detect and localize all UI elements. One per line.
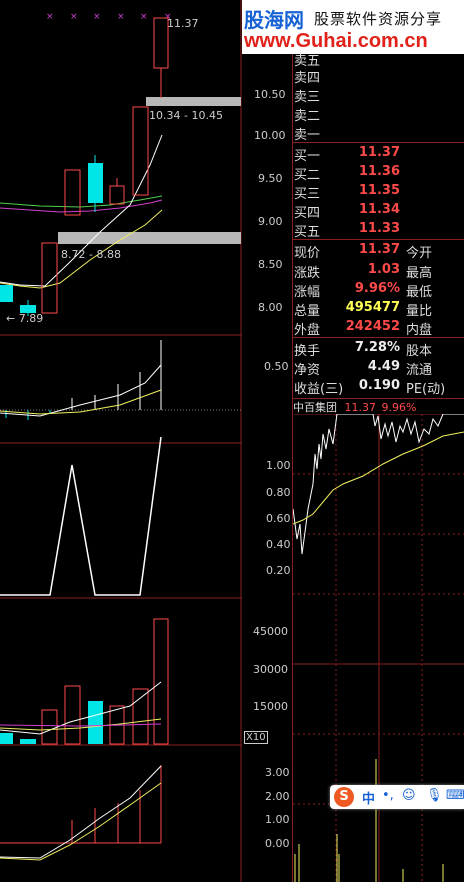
candle-up [41, 242, 58, 314]
turnover-label: 换手 [294, 344, 321, 359]
signal-markers: × × × × × × [46, 12, 172, 22]
indicator4-tick: 0.00 [265, 837, 290, 850]
kline-chart-area[interactable]: × × × × × × 11.37 10.34 - 10.45 8.72 - 8.88 … [0, 0, 242, 882]
low-annotation: ← 7.89 [6, 312, 43, 325]
mini-chart-name: 中百集团 [293, 401, 337, 414]
indicator2-tick: 0.40 [266, 538, 291, 551]
volume-tick: 15000 [253, 700, 288, 713]
current-label: 现价 [294, 246, 321, 261]
buy4-label: 买四 [294, 206, 321, 221]
pe-label: PE(动) [406, 382, 446, 397]
volume-value: 495477 [345, 300, 400, 315]
outer-label: 外盘 [294, 323, 321, 338]
high-annotation: 11.37 [167, 17, 199, 30]
low-label: 最低 [406, 285, 433, 300]
indicator2-tick: 0.20 [266, 564, 291, 577]
indicator2-line [0, 436, 162, 596]
svg-text:×: × [117, 12, 125, 22]
intraday-mini-chart[interactable] [293, 414, 464, 882]
indicator1-tick: 0.50 [264, 360, 289, 373]
svg-text:×: × [140, 12, 148, 22]
open-label: 今开 [406, 246, 433, 261]
candle-up [153, 17, 169, 69]
pct-label: 涨幅 [294, 285, 321, 300]
svg-text:×: × [70, 12, 78, 22]
ime-language-toggle[interactable]: 中 [362, 788, 375, 807]
ma-magenta-line [0, 199, 163, 213]
eps-value: 0.190 [358, 378, 400, 393]
buy2-price: 11.36 [358, 164, 400, 179]
ma-white-line [0, 134, 163, 287]
intraday-volume-bars [294, 759, 444, 882]
buy1-price: 11.37 [358, 145, 400, 160]
volume-unit: X10 [244, 731, 268, 744]
svg-text:×: × [46, 12, 54, 22]
price-tick: 10.00 [254, 129, 286, 142]
gap-lower-label: 8.72 - 8.88 [61, 248, 121, 261]
netasset-value: 4.49 [367, 359, 400, 374]
banner-slogan: 股票软件资源分享 [314, 10, 443, 28]
indicator4-tick: 3.00 [265, 766, 290, 779]
sell1-label: 卖一 [294, 128, 321, 143]
buy3-price: 11.35 [358, 183, 400, 198]
microphone-icon[interactable]: 🎙 [426, 788, 443, 803]
price-tick: 9.50 [258, 172, 283, 185]
punctuation-icon[interactable]: •, [382, 788, 394, 803]
indicator1-bars [71, 340, 162, 410]
buy2-label: 买二 [294, 168, 321, 183]
guhai-banner[interactable]: 股海网 股票软件资源分享 www.Guhai.com.cn [242, 0, 464, 54]
indicator2-tick: 0.80 [266, 486, 291, 499]
inner-label: 内盘 [406, 323, 433, 338]
volume-tick: 45000 [253, 625, 288, 638]
candles [0, 17, 169, 316]
mini-chart-pct: 9.96% [381, 401, 417, 414]
mini-chart-header[interactable]: 中百集团 11.37 9.96% [293, 398, 464, 415]
volume-tick: 30000 [253, 663, 288, 676]
price-tick: 10.50 [254, 88, 286, 101]
change-value: 1.03 [367, 262, 400, 277]
candle-up [64, 169, 81, 216]
pct-value: 9.96% [354, 281, 400, 296]
keyboard-icon[interactable]: ⌨ [446, 788, 464, 803]
price-tick: 8.00 [258, 301, 283, 314]
mini-chart-price: 11.37 [344, 401, 377, 414]
buy3-label: 买三 [294, 187, 321, 202]
indicator4-bars [71, 765, 162, 843]
indicator2-tick: 0.60 [266, 512, 291, 525]
capital-label: 股本 [406, 344, 433, 359]
turnover-value: 7.28% [354, 340, 400, 355]
change-label: 涨跌 [294, 266, 321, 281]
svg-text:×: × [93, 12, 101, 22]
buy5-label: 买五 [294, 225, 321, 240]
volume-label: 总量 [294, 304, 321, 319]
buy5-price: 11.33 [358, 221, 400, 236]
candle-up [109, 185, 125, 205]
gap-band-upper [146, 97, 241, 106]
float-label: 流通 [406, 363, 433, 378]
indicator2-tick: 1.00 [266, 459, 291, 472]
ime-toolbar[interactable]: S 中 •, ☺ 🎙 ⌨ [330, 785, 464, 809]
sogou-logo-icon[interactable]: S [334, 787, 354, 807]
price-tick: 9.00 [258, 215, 283, 228]
indicator4-tick: 2.00 [265, 790, 290, 803]
indicator4-tick: 1.00 [265, 813, 290, 826]
eps-label: 收益(三) [294, 382, 344, 397]
gap-upper-label: 10.34 - 10.45 [149, 109, 223, 122]
sell3-label: 卖三 [294, 90, 321, 105]
sell4-label: 卖四 [294, 71, 321, 86]
banner-logo: 股海网 [244, 8, 304, 32]
candle-up [132, 106, 149, 196]
sell2-label: 卖二 [294, 109, 321, 124]
current-price: 11.37 [358, 242, 400, 257]
emoji-icon[interactable]: ☺ [402, 788, 416, 803]
candle-down [0, 285, 13, 302]
buy1-label: 买一 [294, 149, 321, 164]
gap-band-lower [58, 232, 241, 244]
high-label: 最高 [406, 266, 433, 281]
buy4-price: 11.34 [358, 202, 400, 217]
ratio-label: 量比 [406, 304, 433, 319]
outer-value: 242452 [345, 319, 400, 334]
netasset-label: 净资 [294, 363, 321, 378]
price-tick: 8.50 [258, 258, 283, 271]
